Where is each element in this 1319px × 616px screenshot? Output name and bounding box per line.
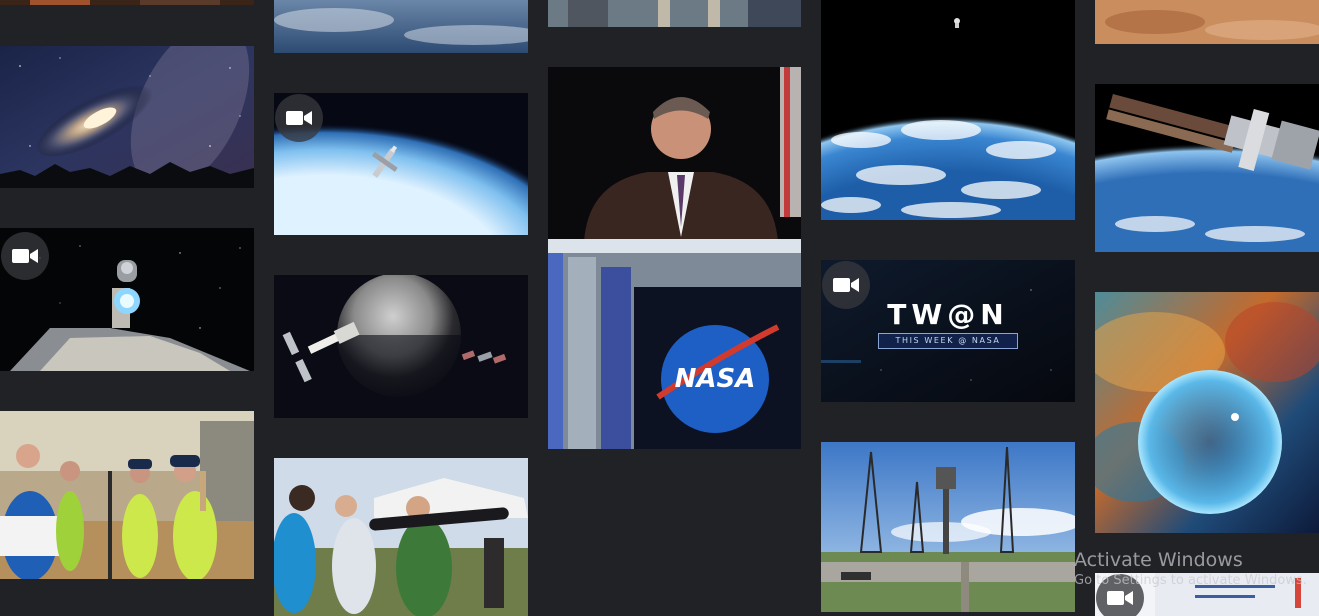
video-badge [822,261,870,309]
gallery-tile-rocket-students[interactable] [274,458,528,616]
gallery-tile-spacecraft-earth-video[interactable] [274,93,528,235]
nasa-logo-text: NASA [675,364,756,394]
watermark-title: Activate Windows [1074,549,1243,571]
video-badge [275,94,323,142]
gallery-tile-students-team[interactable] [0,411,254,579]
gallery-tile-andromeda-galaxy[interactable] [0,46,254,188]
video-camera-icon [1107,591,1133,605]
gallery-tile-lunar-lander-video[interactable] [0,228,254,371]
video-badge [1,232,49,280]
video-badge [1096,574,1144,616]
image-gallery: NASA TW@N THIS WEEK @ NASA Activate Wind… [0,0,1319,616]
twan-subtitle: THIS WEEK @ NASA [878,333,1018,349]
video-camera-icon [833,278,859,292]
gallery-tile-mars-crater[interactable] [0,0,254,5]
gallery-tile-iss-earth[interactable] [1095,84,1319,252]
gallery-tile-earth-horizon-top[interactable] [274,0,528,53]
gallery-tile-diagram-video[interactable] [1095,573,1319,616]
gallery-tile-bubble-nebula[interactable] [1095,292,1319,533]
video-camera-icon [286,111,312,125]
gallery-tile-launch-pad[interactable] [821,442,1075,612]
gallery-tile-this-week-at-nasa-video[interactable]: TW@N THIS WEEK @ NASA [821,260,1075,402]
video-camera-icon [12,249,38,263]
gallery-tile-gateway-moon[interactable] [274,275,528,418]
gallery-tile-press-conference[interactable]: NASA [548,67,801,449]
gallery-tile-mars-surface[interactable] [1095,0,1319,44]
gallery-tile-spacewalk-earth[interactable] [821,0,1075,220]
gallery-tile-lab-workers[interactable] [548,0,801,27]
